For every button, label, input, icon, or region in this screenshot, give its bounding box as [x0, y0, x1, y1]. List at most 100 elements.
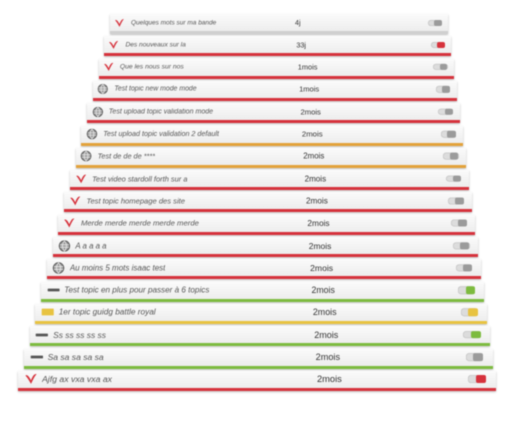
topic-date: 2mois	[315, 352, 341, 362]
topic-date: 2mois	[301, 129, 323, 139]
heart-bird-icon	[63, 217, 76, 230]
topic-date: 2mois	[303, 151, 325, 161]
topic-toggle[interactable]	[465, 353, 484, 361]
topic-title: Au moins 5 mots isaac test	[69, 263, 166, 273]
globe-icon	[80, 150, 92, 162]
topic-date: 2mois	[317, 374, 342, 385]
topic-toggle[interactable]	[428, 19, 442, 26]
topic-row[interactable]: Test upload topic validation mode 2mois	[87, 103, 460, 124]
topic-title: Que les nous sur nos	[119, 63, 184, 71]
topic-date: 2mois	[314, 329, 339, 340]
topic-title: Test video stardoll forth sur a	[92, 174, 188, 184]
topic-row[interactable]: A a a a a 2mois	[52, 237, 478, 257]
topic-date: 2mois	[300, 107, 321, 117]
topic-date: 2mois	[307, 218, 330, 229]
toggle-knob	[460, 241, 470, 250]
topic-toggle[interactable]	[438, 108, 453, 115]
globe-icon	[97, 84, 109, 96]
topic-toggle[interactable]	[468, 375, 486, 384]
toggle-knob	[434, 19, 442, 26]
topic-toggle[interactable]	[463, 330, 481, 339]
globe-icon	[92, 106, 104, 118]
topic-title: Test de de de ****	[97, 151, 156, 161]
toggle-knob	[447, 130, 456, 138]
topic-toggle[interactable]	[433, 63, 448, 71]
topic-date: 33j	[296, 40, 307, 50]
topic-title: A a a a a	[75, 241, 107, 250]
topic-title: Test upload topic validation 2 default	[103, 130, 219, 138]
bar-icon	[41, 308, 54, 317]
topic-toggle[interactable]	[435, 86, 451, 93]
topic-toggle[interactable]	[458, 286, 475, 294]
topic-row[interactable]: Ss ss ss ss ss 2mois	[29, 326, 490, 347]
topic-row[interactable]: Au moins 5 mots isaac test 2mois	[46, 259, 481, 280]
toggle-knob	[455, 197, 464, 205]
heart-bird-icon	[75, 172, 87, 184]
topic-title: Ss ss ss ss ss	[53, 329, 106, 340]
topic-toggle[interactable]	[445, 175, 462, 183]
topic-title: 1er topic guidg battle royal	[58, 307, 156, 317]
toggle-knob	[442, 86, 451, 93]
topic-row[interactable]: Test topic en plus pour passer à 6 topic…	[41, 281, 484, 302]
dash-icon	[35, 331, 49, 339]
toggle-knob	[444, 108, 453, 115]
toggle-knob	[473, 353, 484, 361]
toggle-knob	[436, 41, 445, 48]
toggle-knob	[449, 152, 459, 160]
toggle-knob	[452, 175, 462, 183]
topic-title: Test upload topic validation mode	[108, 108, 214, 116]
topic-row[interactable]: Des nouveaux sur la 33j	[104, 36, 451, 57]
topic-date: 2mois	[306, 196, 328, 206]
topic-title: Quelques mots sur ma bande	[131, 19, 217, 26]
dash-icon	[47, 286, 60, 294]
topic-title: Des nouveaux sur la	[125, 41, 186, 49]
topic-row[interactable]: Quelques mots sur ma bande 4j	[110, 14, 448, 34]
topic-date: 1mois	[297, 62, 318, 72]
topic-date: 2mois	[310, 262, 334, 273]
toggle-knob	[439, 63, 448, 71]
topic-title: Test topic new mode mode	[114, 85, 197, 93]
toggle-knob	[465, 286, 475, 294]
globe-icon	[86, 128, 98, 140]
topic-list-screen: Quelques mots sur ma bande 4j Des nouveaux…	[0, 0, 530, 431]
toggle-knob	[476, 375, 486, 384]
toggle-knob	[457, 219, 467, 227]
topic-toggle[interactable]	[455, 264, 473, 272]
topic-row[interactable]: 1er topic guidg battle royal 2mois	[35, 303, 487, 324]
heart-bird-icon	[108, 39, 119, 50]
topic-toggle[interactable]	[440, 130, 456, 138]
heart-bird-icon	[114, 17, 125, 28]
topic-date: 4j	[295, 18, 301, 27]
topic-row[interactable]: Test topic new mode mode 1mois	[92, 80, 457, 101]
heart-bird-icon	[103, 61, 114, 72]
topic-row[interactable]: Test de de de **** 2mois	[75, 147, 466, 168]
topic-toggle[interactable]	[460, 308, 478, 317]
topic-list: Quelques mots sur ma bande 4j Des nouveaux…	[0, 0, 530, 431]
topic-title: Test topic homepage des site	[86, 196, 186, 206]
topic-toggle[interactable]	[448, 197, 464, 205]
topic-row[interactable]: Que les nous sur nos 1mois	[98, 58, 454, 79]
topic-row[interactable]: Test upload topic validation 2 default 2m…	[81, 125, 463, 146]
topic-row[interactable]: Sa sa sa sa sa 2mois	[23, 348, 493, 369]
topic-row[interactable]: Ajfg ax vxa vxa ax 2mois	[18, 370, 496, 391]
topic-title: Sa sa sa sa sa	[47, 352, 104, 362]
topic-row[interactable]: Merde merde merde merde merde 2mois	[58, 214, 475, 235]
topic-date: 2mois	[311, 285, 335, 296]
topic-toggle[interactable]	[453, 241, 470, 250]
topic-toggle[interactable]	[450, 219, 467, 227]
topic-date: 2mois	[312, 307, 337, 318]
toggle-knob	[470, 330, 481, 339]
heart-bird-icon	[69, 195, 82, 208]
globe-icon	[52, 261, 65, 274]
heart-bird-icon	[24, 372, 38, 386]
topic-row[interactable]: Test video stardoll forth sur a 2mois	[69, 170, 469, 191]
dash-icon	[30, 353, 44, 361]
topic-title: Test topic en plus pour passer à 6 topic…	[64, 285, 210, 295]
topic-title: Merde merde merde merde merde	[80, 218, 199, 228]
topic-toggle[interactable]	[443, 152, 459, 160]
topic-date: 2mois	[308, 240, 332, 251]
toggle-knob	[463, 264, 473, 272]
topic-date: 1mois	[299, 84, 320, 94]
topic-row[interactable]: Test topic homepage des site 2mois	[64, 192, 472, 213]
topic-toggle[interactable]	[430, 41, 445, 48]
